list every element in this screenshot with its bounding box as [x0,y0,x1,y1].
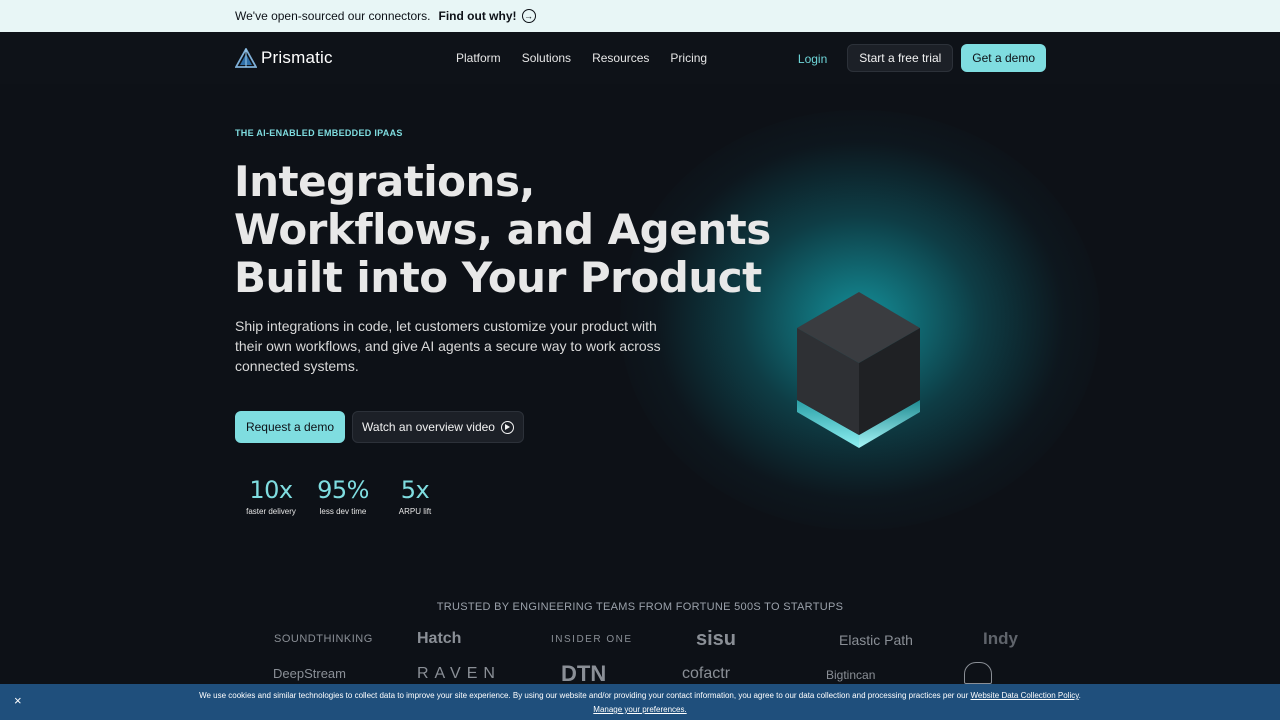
menu-item-solutions[interactable]: Solutions [522,51,571,65]
announcement-bar: We've open-sourced our connectors. Find … [0,0,1280,32]
watch-video-label: Watch an overview video [362,420,495,434]
logo-building-icon [964,662,992,684]
stat-dev-time: 95% less dev time [307,476,379,516]
menu-item-resources[interactable]: Resources [592,51,649,65]
trusted-heading: TRUSTED BY ENGINEERING TEAMS FROM FORTUN… [436,601,844,613]
stat-label: less dev time [319,507,367,516]
logo-indy: Indy [983,629,1018,648]
watch-video-button[interactable]: Watch an overview video [352,411,524,443]
login-link[interactable]: Login [798,50,827,66]
brand-name: Prismatic [261,48,333,67]
logo-raven: RAVEN [417,665,501,682]
logo-bigtincan: Bigtincan [826,668,876,682]
headline-line-1: Integrations, [234,157,535,206]
cookie-line-1: We use cookies and similar technologies … [199,691,1081,700]
brand-logo[interactable]: Prismatic [235,48,333,68]
cookie-policy-link[interactable]: Website Data Collection Policy [970,691,1078,700]
logo-deepstream: DeepStream [273,666,346,681]
hero-cta-row: Request a demo Watch an overview video [235,411,524,443]
logo-soundthinking: SOUNDTHINKING [274,633,373,645]
get-demo-button[interactable]: Get a demo [961,44,1046,72]
stat-label: ARPU lift [398,507,432,516]
manage-preferences-link[interactable]: Manage your preferences. [593,705,686,714]
cookie-text: We use cookies and similar technologies … [199,691,969,700]
announcement-link[interactable]: Find out why! → [439,9,536,23]
stat-value: 5x [400,476,430,504]
announcement-link-label: Find out why! [438,9,517,23]
arrow-right-circle-icon: → [521,9,536,23]
request-demo-button[interactable]: Request a demo [235,411,345,443]
headline-line-3: Built into Your Product [234,253,762,302]
stat-delivery: 10x faster delivery [235,476,307,516]
logo-cofactr: cofactr [682,665,731,682]
top-nav: Prismatic Platform Solutions Resources P… [0,32,1280,84]
hero-stats: 10x faster delivery 95% less dev time 5x… [235,476,451,516]
hero-headline: Integrations, Workflows, and Agents Buil… [234,158,794,302]
hero-eyebrow: THE AI-ENABLED EMBEDDED IPAAS [235,128,403,138]
logo-elastic-path: Elastic Path [839,632,913,648]
cookie-banner: × We use cookies and similar technologie… [0,684,1280,720]
hero-subtext: Ship integrations in code, let customers… [235,318,661,374]
prism-logo-icon [235,48,257,68]
cookie-line-2: Manage your preferences. [0,703,1280,717]
stat-arpu: 5x ARPU lift [379,476,451,516]
play-circle-icon [500,420,514,434]
logo-insider-one: INSIDER ONE [551,634,633,645]
nav-actions: Login Start a free trial Get a demo [798,44,1046,72]
logo-sisu: sisu [696,628,737,650]
menu-item-pricing[interactable]: Pricing [670,51,707,65]
stat-value: 95% [317,476,369,504]
stat-value: 10x [249,476,293,504]
hero-cube-illustration [797,292,920,448]
main-menu: Platform Solutions Resources Pricing [456,51,707,65]
menu-item-platform[interactable]: Platform [456,51,501,65]
stat-label: faster delivery [246,507,296,516]
announcement-text: We've open-sourced our connectors. [235,9,431,23]
close-icon[interactable]: × [14,694,22,708]
logo-hatch: Hatch [417,630,462,647]
start-trial-button[interactable]: Start a free trial [847,44,954,72]
headline-line-2: Workflows, and Agents [234,205,771,254]
